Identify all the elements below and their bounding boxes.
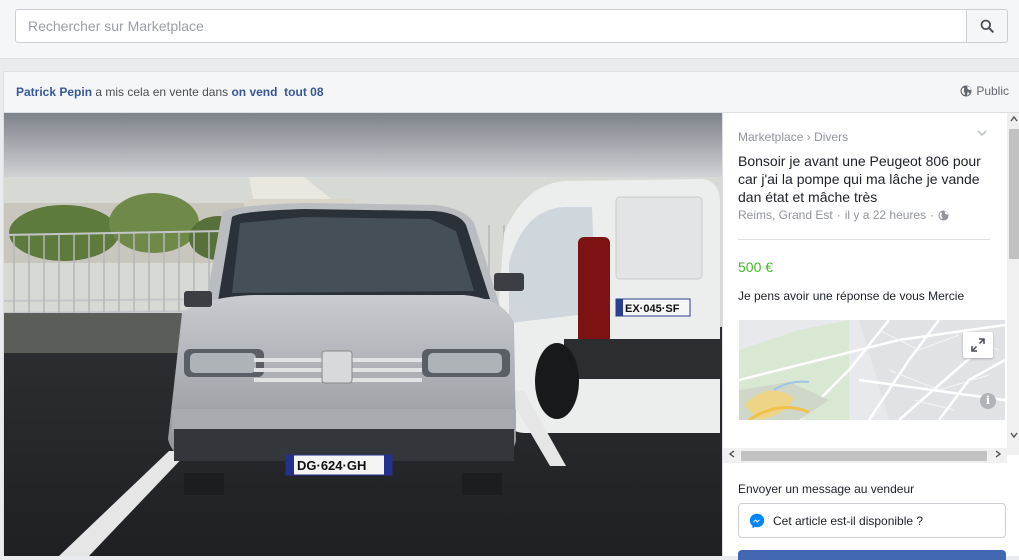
expand-icon: [971, 338, 985, 352]
search-field[interactable]: [15, 9, 966, 43]
audience-label: Public: [976, 84, 1009, 98]
scroll-left-arrow-icon[interactable]: [725, 448, 739, 463]
scroll-up-arrow-icon[interactable]: [1007, 113, 1019, 127]
listing-card: Patrick Pepin a mis cela en vente dans o…: [3, 71, 1019, 560]
message-prefill-text: Cet article est-il disponible ?: [773, 513, 924, 528]
map-expand-button[interactable]: [963, 332, 993, 358]
seller-message-field[interactable]: Cet article est-il disponible ?: [738, 503, 1006, 538]
car-photo-illustration: EX·045·SF DG·624·GH: [4, 113, 722, 556]
horizontal-scrollbar[interactable]: [723, 448, 1007, 463]
listing-photo[interactable]: EX·045·SF DG·624·GH: [4, 113, 722, 556]
globe-icon: [960, 85, 972, 97]
map-info-icon[interactable]: i: [980, 393, 996, 409]
vertical-scroll-thumb[interactable]: [1009, 129, 1019, 259]
location-map[interactable]: i: [739, 320, 1005, 420]
messenger-icon: [749, 513, 765, 528]
divider: [738, 239, 990, 240]
scroll-right-arrow-icon[interactable]: [991, 448, 1005, 463]
horizontal-scroll-thumb[interactable]: [741, 451, 987, 461]
send-message-button[interactable]: [738, 550, 1006, 560]
breadcrumb-category[interactable]: Divers: [814, 130, 848, 144]
group-name: tout 08: [284, 85, 324, 99]
meta-separator-2: ·: [930, 208, 935, 222]
globe-icon: [938, 209, 949, 221]
vertical-scrollbar[interactable]: [1007, 113, 1019, 455]
search-button[interactable]: [966, 9, 1008, 43]
send-message-label: Envoyer un message au vendeur: [738, 482, 915, 496]
breadcrumb-marketplace[interactable]: Marketplace: [738, 130, 803, 144]
group-prefix: on vend: [231, 85, 278, 99]
card-header: Patrick Pepin a mis cela en vente dans o…: [4, 72, 1019, 113]
search-icon: [980, 19, 994, 33]
search-input[interactable]: [16, 10, 966, 42]
author-link[interactable]: Patrick Pepin: [16, 85, 92, 99]
marketplace-search-bar: [0, 0, 1019, 59]
van-license-plate: EX·045·SF: [625, 303, 680, 315]
options-chevron-icon[interactable]: [977, 128, 987, 140]
scroll-down-arrow-icon[interactable]: [1007, 429, 1019, 443]
audience-selector[interactable]: Public: [960, 84, 1009, 98]
listing-details-panel: Marketplace › Divers Bonsoir je avant un…: [722, 113, 1019, 560]
car-license-plate: DG·624·GH: [297, 458, 366, 473]
listing-time: il y a 22 heures: [844, 208, 927, 222]
group-link[interactable]: on vend tout 08: [231, 85, 323, 99]
details-scroll-area[interactable]: Marketplace › Divers Bonsoir je avant un…: [723, 113, 1007, 455]
listing-title: Bonsoir je avant une Peugeot 806 pour ca…: [738, 153, 981, 205]
listing-location: Reims, Grand Est: [738, 208, 833, 222]
listing-comment: Je pens avoir une réponse de vous Mercie: [738, 289, 965, 303]
breadcrumb: Marketplace › Divers: [738, 130, 848, 144]
meta-separator: ·: [836, 208, 841, 222]
breadcrumb-separator: ›: [806, 130, 811, 144]
action-text: a mis cela en vente dans: [95, 85, 229, 99]
listing-price: 500 €: [738, 259, 774, 275]
listing-meta: Reims, Grand Est · il y a 22 heures ·: [738, 208, 949, 222]
post-attribution: Patrick Pepin a mis cela en vente dans o…: [16, 85, 324, 99]
